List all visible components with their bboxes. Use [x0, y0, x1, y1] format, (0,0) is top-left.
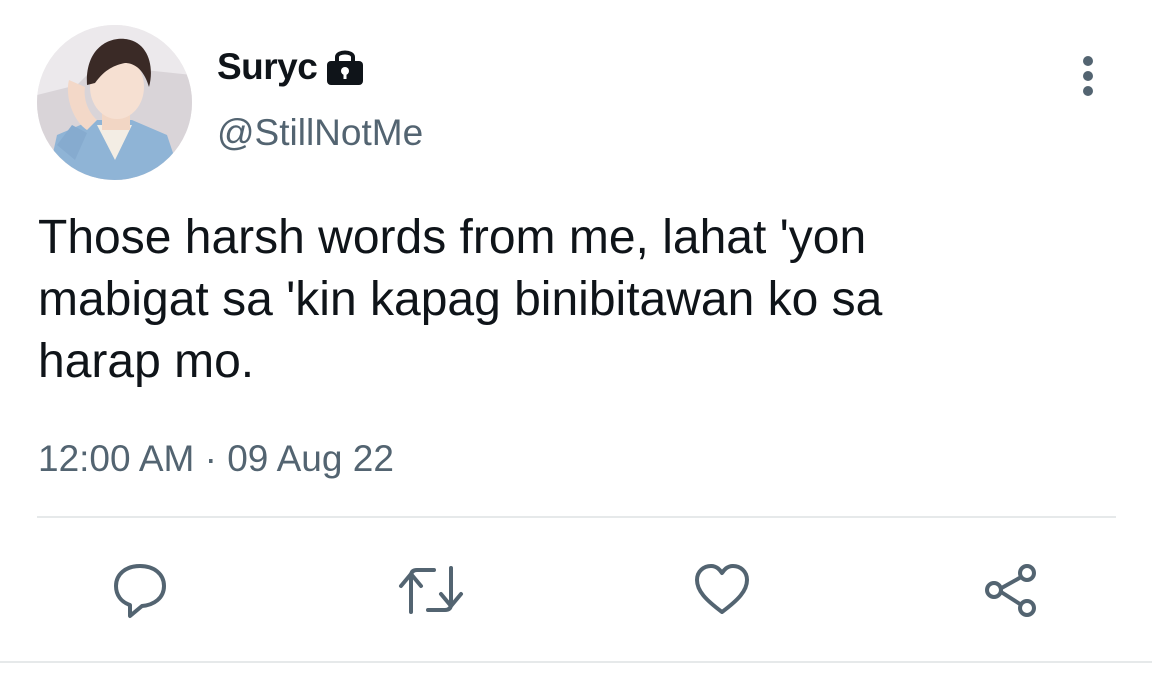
display-name[interactable]: Suryc	[217, 46, 318, 88]
bottom-divider	[0, 661, 1152, 663]
reply-icon	[114, 564, 166, 618]
more-vertical-icon[interactable]	[1068, 52, 1108, 100]
tweet-date: 09 Aug 22	[227, 438, 394, 479]
tweet-time: 12:00 AM	[38, 438, 195, 479]
divider	[37, 516, 1116, 518]
like-button[interactable]	[689, 557, 755, 623]
timestamp[interactable]: 12:00 AM · 09 Aug 22	[38, 438, 394, 480]
lock-icon	[323, 47, 367, 87]
author-name-row[interactable]: Suryc	[217, 44, 367, 90]
profile-photo	[37, 25, 192, 180]
retweet-button[interactable]	[398, 557, 464, 623]
tweet-text: Those harsh words from me, lahat 'yon ma…	[38, 211, 883, 388]
reply-button[interactable]	[107, 557, 173, 623]
like-icon	[695, 564, 749, 614]
avatar[interactable]	[37, 25, 192, 180]
share-icon	[985, 564, 1036, 617]
share-button[interactable]	[978, 557, 1044, 623]
handle[interactable]: @StillNotMe	[217, 112, 423, 154]
retweet-icon	[399, 566, 463, 614]
timestamp-separator: ·	[204, 438, 217, 479]
